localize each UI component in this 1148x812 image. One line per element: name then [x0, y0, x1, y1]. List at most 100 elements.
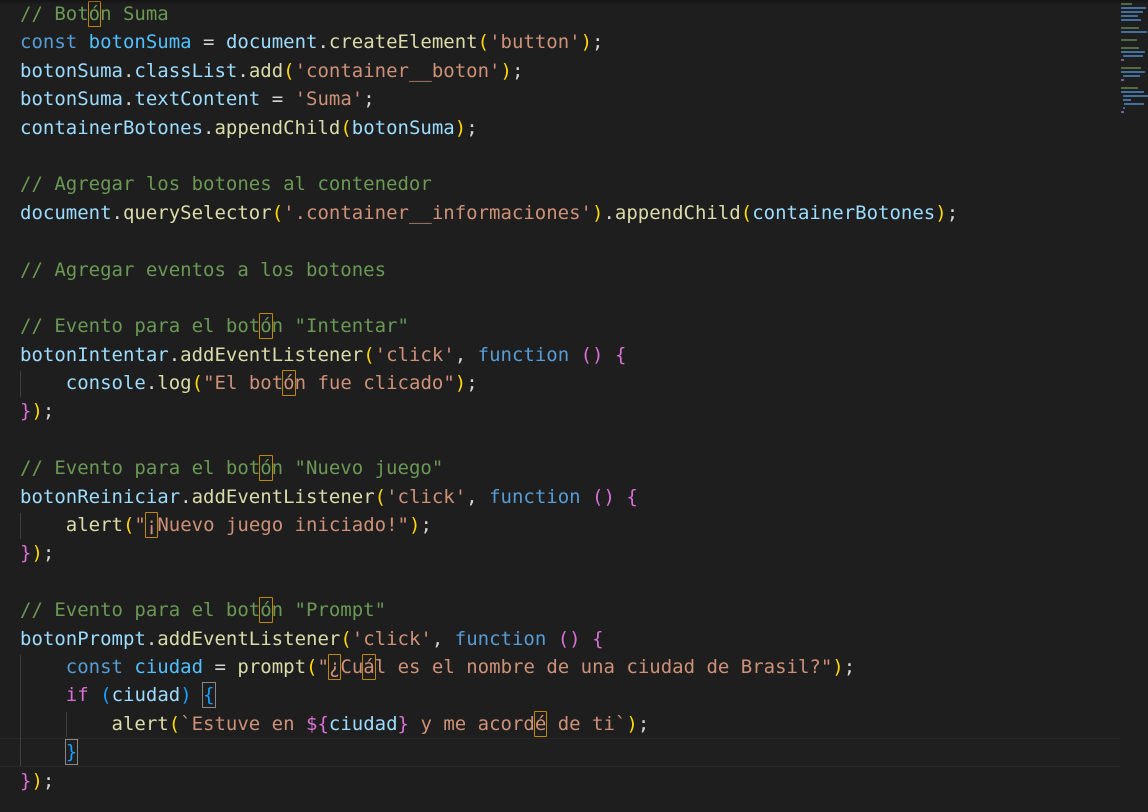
code-token: 'Suma' [294, 88, 364, 111]
code-token: ) [409, 514, 421, 537]
code-token: 'container__boton' [294, 59, 501, 82]
code-token: const [20, 31, 78, 54]
code-line[interactable]: botonSuma.classList.add('container__boto… [0, 57, 1120, 85]
code-line[interactable]: // Evento para el botón "Intentar" [0, 312, 1120, 340]
code-line[interactable]: // Evento para el botón "Nuevo juego" [0, 454, 1120, 482]
code-token: l es el nombre de una ciudad de Brasil?" [374, 655, 833, 678]
code-token: y me acord [409, 712, 535, 735]
code-line[interactable]: }); [0, 397, 1120, 425]
code-line[interactable]: ​ [0, 426, 1120, 454]
code-token: n Suma [100, 3, 169, 25]
code-token: // Evento para el bot [20, 599, 261, 622]
code-token: ; [946, 201, 959, 224]
code-token: add [248, 59, 284, 82]
code-token: botonIntentar [20, 343, 169, 366]
code-token: } [20, 400, 32, 423]
code-token: ( [340, 116, 352, 139]
code-token: { [626, 485, 638, 508]
code-token: . [317, 31, 329, 54]
code-token: = [191, 31, 226, 54]
code-line[interactable]: // Botón Suma [0, 0, 1120, 28]
code-token: ) [180, 684, 192, 707]
code-token: ciudad [111, 684, 181, 707]
code-content-area[interactable]: // Botón Suma const botonSuma = document.… [0, 0, 1120, 812]
code-line[interactable]: botonPrompt.addEventListener('click', fu… [0, 625, 1120, 653]
bracket-match-token: { [202, 682, 216, 709]
minimap-segment [1123, 55, 1143, 57]
code-line[interactable]: alert(`Estuve en ${ciudad} y me acordé d… [0, 710, 1120, 738]
code-line[interactable]: } [0, 738, 1120, 767]
code-token: Cu [340, 655, 364, 678]
minimap-segment [1121, 87, 1138, 89]
code-line[interactable]: botonSuma.textContent = 'Suma'; [0, 85, 1120, 113]
code-line[interactable]: }); [0, 767, 1120, 795]
code-token: ( [306, 655, 318, 678]
code-token: botonSuma [20, 59, 123, 82]
unicode-highlight-token: ó [259, 597, 273, 624]
minimap-segment [1121, 15, 1138, 17]
minimap-segment [1121, 111, 1124, 113]
minimap-segment [1121, 39, 1137, 41]
code-token: . [111, 201, 123, 224]
minimap-segment [1121, 51, 1145, 53]
minimap-segment [1121, 27, 1139, 29]
minimap-segment [1121, 79, 1124, 81]
code-line[interactable]: const botonSuma = document.createElement… [0, 28, 1120, 56]
minimap-rows [1120, 0, 1148, 114]
code-token: `Estuve en [180, 712, 307, 735]
minimap-segment [1123, 95, 1148, 97]
code-token: // Evento para el bot [20, 457, 261, 480]
code-line[interactable]: // Evento para el botón "Prompt" [0, 596, 1120, 624]
code-line[interactable]: ​ [0, 142, 1120, 170]
code-token: if [65, 684, 89, 707]
code-token: document [20, 201, 112, 224]
code-line[interactable]: ​ [0, 568, 1120, 596]
code-line[interactable]: botonIntentar.addEventListener('click', … [0, 341, 1120, 369]
minimap-segment [1121, 7, 1146, 9]
code-token: () [580, 343, 604, 366]
code-token: botonSuma [351, 116, 455, 139]
code-editor[interactable]: // Botón Suma const botonSuma = document.… [0, 0, 1148, 812]
code-line[interactable]: containerBotones.appendChild(botonSuma); [0, 114, 1120, 142]
code-token: ( [340, 627, 352, 650]
code-line[interactable]: ​ [0, 284, 1120, 312]
code-line[interactable]: // Agregar los botones al contenedor [0, 170, 1120, 198]
code-token: appendChild [214, 116, 341, 139]
code-line[interactable]: document.querySelector('.container__info… [0, 199, 1120, 227]
bracket-match-token: } [64, 739, 79, 766]
minimap-segment [1123, 75, 1140, 77]
code-line[interactable]: if (ciudad) { [0, 681, 1120, 709]
code-token: // Agregar los botones al contenedor [20, 173, 432, 196]
code-token: ; [592, 31, 604, 54]
code-token: createElement [328, 31, 478, 54]
code-token: botonSuma [88, 31, 192, 54]
code-token: ; [466, 116, 478, 139]
code-line[interactable]: alert("¡Nuevo juego iniciado!"); [0, 511, 1120, 539]
code-token: . [603, 201, 615, 224]
minimap[interactable] [1120, 0, 1148, 812]
minimap-segment [1121, 19, 1141, 21]
code-line[interactable]: const ciudad = prompt("¿Cuál es el nombr… [0, 653, 1120, 681]
code-token: ; [42, 542, 55, 565]
code-line[interactable]: // Agregar eventos a los botones [0, 256, 1120, 284]
minimap-segment [1121, 31, 1147, 33]
code-token: '.container__informaciones' [283, 201, 592, 224]
code-token: , [466, 485, 490, 508]
code-token: botonPrompt [20, 627, 146, 650]
code-token: ciudad [328, 712, 398, 735]
unicode-highlight-token: ó [259, 455, 273, 482]
code-line[interactable]: console.log("El botón fue clicado"); [0, 369, 1120, 397]
code-token: ( [374, 485, 387, 508]
code-token: n "Intentar" [271, 315, 409, 338]
code-token: } [20, 769, 32, 792]
code-token: ( [100, 684, 112, 707]
code-line[interactable]: botonReiniciar.addEventListener('click',… [0, 483, 1120, 511]
code-line[interactable]: }); [0, 539, 1120, 567]
code-line[interactable]: ​ [0, 227, 1120, 255]
code-token: . [237, 59, 249, 82]
code-token: // Bot [20, 3, 89, 25]
code-token: ) [832, 655, 844, 678]
code-token: ) [500, 59, 512, 82]
